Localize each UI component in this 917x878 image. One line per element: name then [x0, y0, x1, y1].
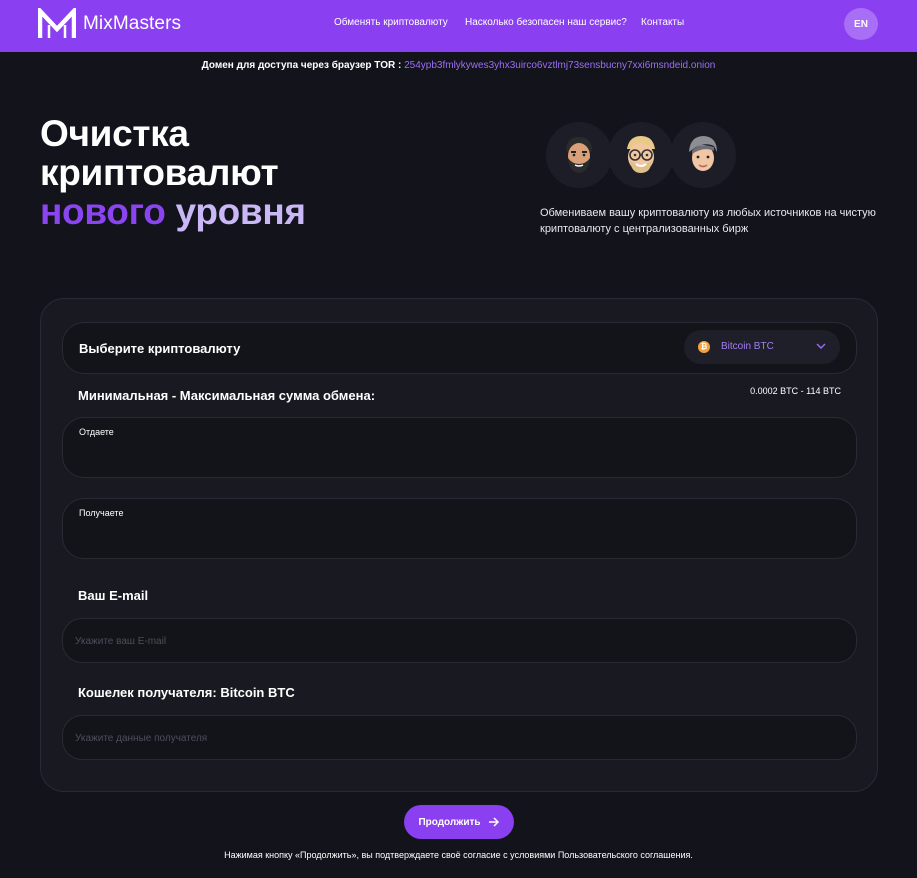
main-nav: Обменять криптовалюту Насколько безопасе… [0, 17, 917, 31]
hero-title-line3: нового уровня [40, 192, 306, 231]
amount-range-label: Минимальная - Максимальная сумма обмена: [78, 388, 376, 403]
crypto-select-dropdown[interactable]: ₿ Bitcoin BTC [684, 330, 840, 364]
arrow-right-icon [488, 817, 499, 827]
tor-label: Домен для доступа через браузер TOR : [201, 60, 402, 71]
team-avatars [546, 122, 736, 188]
navbar: MixMasters Обменять криптовалюту Насколь… [0, 0, 917, 52]
wallet-address-field[interactable] [75, 729, 835, 747]
selected-coin: Bitcoin BTC [721, 341, 774, 352]
receive-amount-field[interactable]: Получаете [62, 498, 857, 559]
gray-hair-avatar-icon [670, 122, 736, 188]
crypto-select-row: Выберите криптовалюту ₿ Bitcoin BTC [62, 322, 857, 374]
email-field[interactable] [75, 632, 835, 650]
email-field-wrapper [62, 618, 857, 663]
tor-domain-link[interactable]: 254ypb3fmlykywes3yhx3uirco6vztlmj73sensb… [404, 60, 715, 71]
hero-title-accent1: нового [40, 191, 166, 232]
agreement-notice: Нажимая кнопку «Продолжить», вы подтверж… [224, 850, 693, 860]
email-label: Ваш E-mail [78, 588, 149, 603]
give-amount-caption: Отдаете [79, 427, 114, 437]
tor-domain-notice: Домен для доступа через браузер TOR : 25… [0, 60, 917, 71]
hero-title: Очистка криптовалют нового уровня [40, 114, 306, 231]
hero-title-line1: Очистка [40, 113, 189, 154]
hero-description: Обмениваем вашу криптовалюту из любых ис… [540, 207, 876, 235]
hero-title-line2: криптовалют [40, 152, 279, 193]
give-amount-field[interactable]: Отдаете [62, 417, 857, 478]
nav-link-exchange[interactable]: Обменять криптовалюту [334, 17, 448, 28]
amount-range-value: 0.0002 BTC - 114 BTC [750, 386, 841, 396]
language-switch-button[interactable]: EN [844, 8, 878, 40]
continue-button-label: Продолжить [418, 816, 481, 828]
nav-link-security[interactable]: Насколько безопасен наш сервис? [465, 17, 627, 28]
hero-title-accent2: уровня [175, 191, 306, 232]
bitcoin-icon: ₿ [698, 341, 710, 353]
bearded-man-avatar-icon [546, 122, 612, 188]
blonde-glasses-avatar-icon [608, 122, 674, 188]
chevron-down-icon [816, 343, 826, 349]
continue-button[interactable]: Продолжить [404, 805, 514, 839]
wallet-label: Кошелек получателя: Bitcoin BTC [78, 685, 295, 700]
nav-link-contacts[interactable]: Контакты [641, 17, 684, 28]
receive-amount-caption: Получаете [79, 508, 124, 518]
crypto-select-label: Выберите криптовалюту [79, 341, 241, 356]
wallet-field-wrapper [62, 715, 857, 760]
